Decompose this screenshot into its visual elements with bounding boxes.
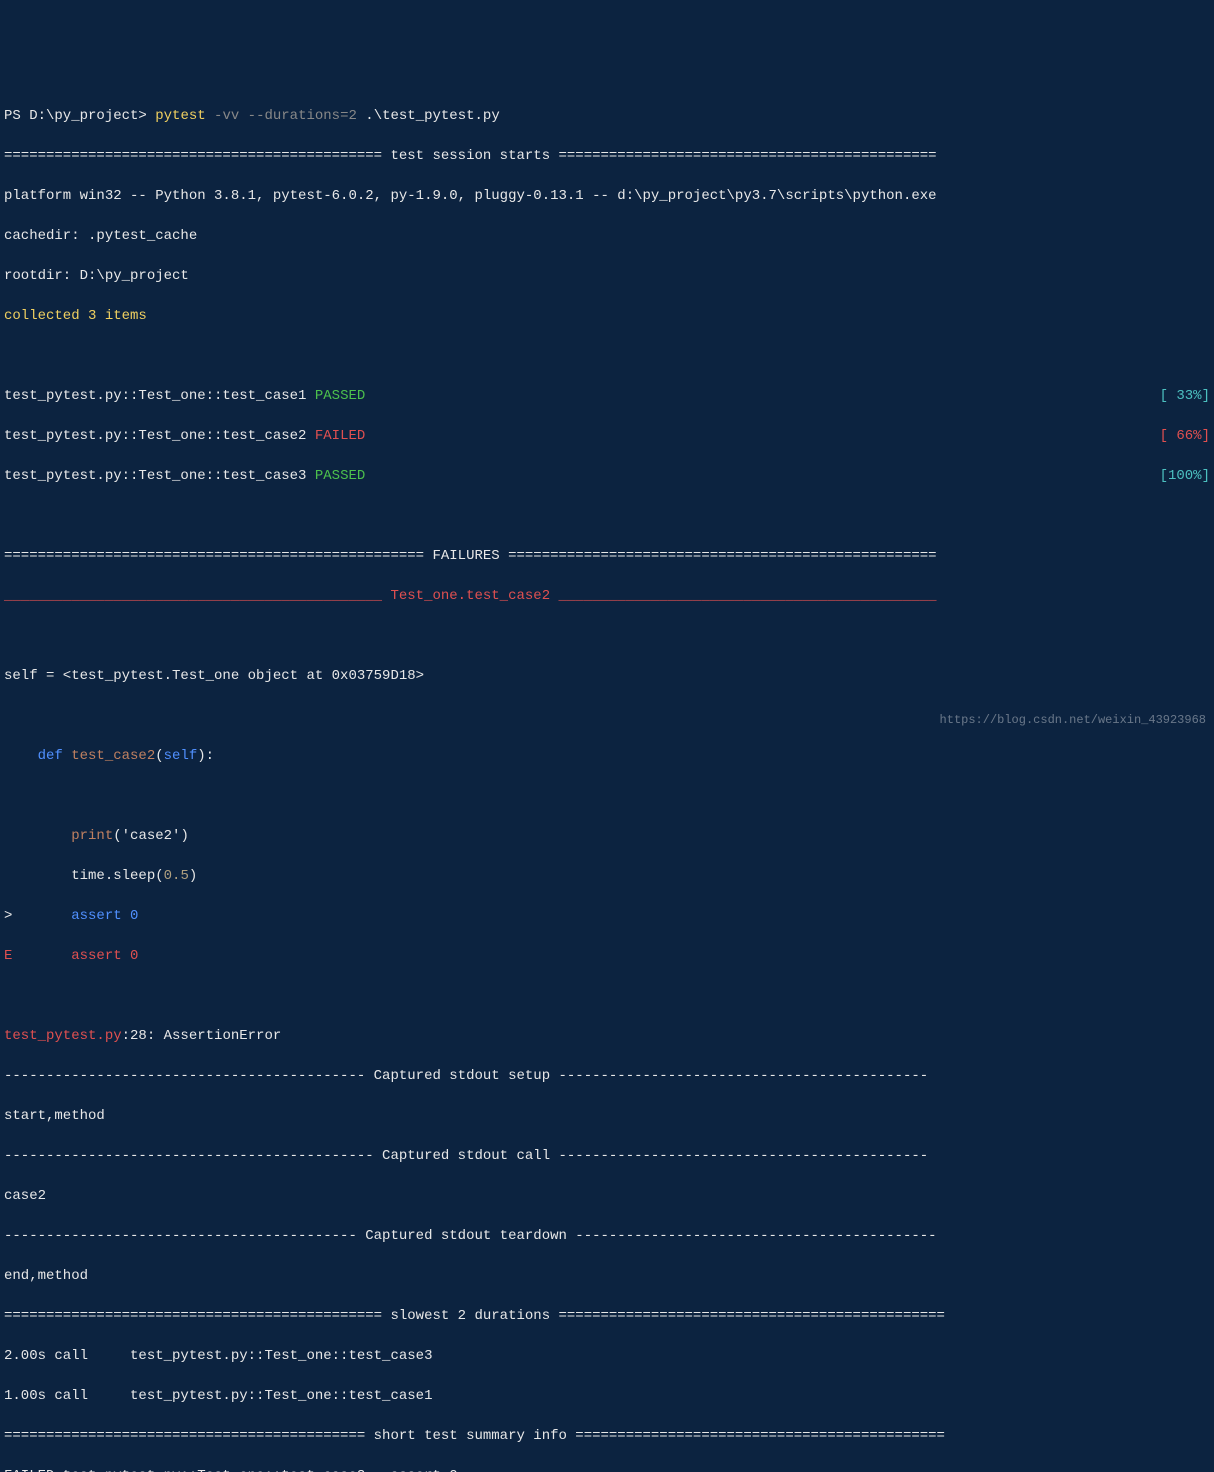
duration-row: 2.00s call test_pytest.py::Test_one::tes… bbox=[4, 1346, 1210, 1366]
test-result-row: test_pytest.py::Test_one::test_case3 PAS… bbox=[4, 466, 1210, 486]
test-result-row: test_pytest.py::Test_one::test_case2 FAI… bbox=[4, 426, 1210, 446]
code-line-assert: > assert 0 bbox=[4, 906, 1210, 926]
duration-row: 1.00s call test_pytest.py::Test_one::tes… bbox=[4, 1386, 1210, 1406]
failures-header: ========================================… bbox=[4, 546, 1210, 566]
test-status: FAILED bbox=[315, 426, 365, 446]
test-percent: [100%] bbox=[1160, 466, 1210, 486]
assert-marker: > bbox=[4, 906, 71, 926]
captured-teardown-header: ----------------------------------------… bbox=[4, 1226, 1210, 1246]
test-status: PASSED bbox=[315, 466, 365, 486]
captured-call-header: ----------------------------------------… bbox=[4, 1146, 1210, 1166]
test-name: test_pytest.py::Test_one::test_case2 bbox=[4, 426, 315, 446]
failure-title: ________________________________________… bbox=[4, 586, 1210, 606]
traceback-location: test_pytest.py:28: AssertionError bbox=[4, 1026, 1210, 1046]
captured-teardown-body: end,method bbox=[4, 1266, 1210, 1286]
failed-summary: FAILED test_pytest.py::Test_one::test_ca… bbox=[4, 1466, 1210, 1472]
terminal-output[interactable]: PS D:\py_project> pytest -vv --durations… bbox=[4, 86, 1210, 1472]
prompt-prefix: PS D:\py_project> bbox=[4, 106, 155, 126]
test-name: test_pytest.py::Test_one::test_case3 bbox=[4, 466, 315, 486]
arg-self: self bbox=[164, 746, 198, 766]
captured-setup-body: start,method bbox=[4, 1106, 1210, 1126]
cmd-flags: -vv --durations=2 bbox=[206, 106, 366, 126]
summary-header: ========================================… bbox=[4, 1426, 1210, 1446]
captured-setup-header: ----------------------------------------… bbox=[4, 1066, 1210, 1086]
test-name: test_pytest.py::Test_one::test_case1 bbox=[4, 386, 315, 406]
self-repr: self = <test_pytest.Test_one object at 0… bbox=[4, 666, 1210, 686]
code-line-print: print('case2') bbox=[4, 826, 1210, 846]
test-percent: [ 33%] bbox=[1160, 386, 1210, 406]
rootdir-line: rootdir: D:\py_project bbox=[4, 266, 1210, 286]
builtin-print: print bbox=[71, 826, 113, 846]
code-line-error: E assert 0 bbox=[4, 946, 1210, 966]
test-percent: [ 66%] bbox=[1160, 426, 1210, 446]
error-marker: E bbox=[4, 946, 71, 966]
code-line-def: def test_case2(self): bbox=[4, 746, 1210, 766]
code-line-sleep: time.sleep(0.5) bbox=[4, 866, 1210, 886]
test-result-row: test_pytest.py::Test_one::test_case1 PAS… bbox=[4, 386, 1210, 406]
command-line: PS D:\py_project> pytest -vv --durations… bbox=[4, 106, 1210, 126]
cmd-name: pytest bbox=[155, 106, 205, 126]
cachedir-line: cachedir: .pytest_cache bbox=[4, 226, 1210, 246]
fn-name: test_case2 bbox=[71, 746, 155, 766]
keyword-def: def bbox=[4, 746, 71, 766]
slowest-header: ========================================… bbox=[4, 1306, 1210, 1326]
collected-line: collected 3 items bbox=[4, 306, 1210, 326]
sleep-value: 0.5 bbox=[164, 866, 189, 886]
platform-line: platform win32 -- Python 3.8.1, pytest-6… bbox=[4, 186, 1210, 206]
trace-loc: :28: AssertionError bbox=[122, 1026, 282, 1046]
error-stmt: assert 0 bbox=[71, 946, 138, 966]
assert-stmt: assert 0 bbox=[71, 906, 138, 926]
watermark: https://blog.csdn.net/weixin_43923968 bbox=[940, 710, 1206, 730]
session-start-header: ========================================… bbox=[4, 146, 1210, 166]
captured-call-body: case2 bbox=[4, 1186, 1210, 1206]
trace-file: test_pytest.py bbox=[4, 1026, 122, 1046]
cmd-target: .\test_pytest.py bbox=[365, 106, 499, 126]
test-status: PASSED bbox=[315, 386, 365, 406]
